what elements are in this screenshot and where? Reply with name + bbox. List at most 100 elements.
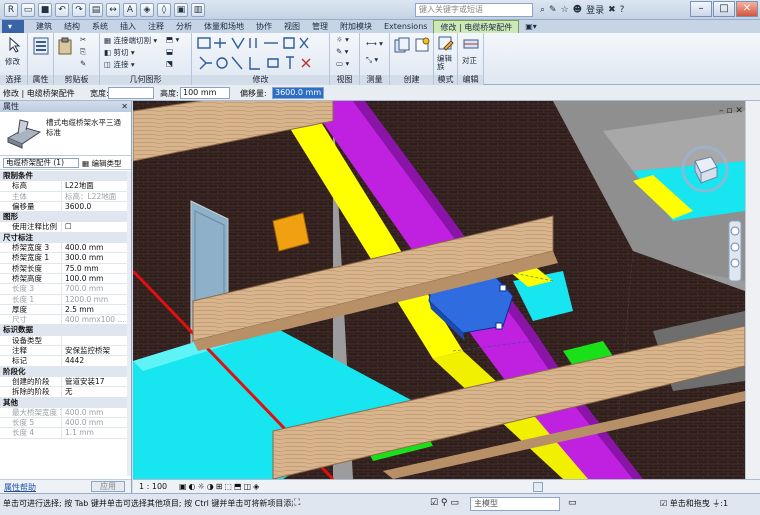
view-scale[interactable]: 1 : 100 (139, 482, 167, 491)
geometry-tool-icon[interactable]: ⬒ ▾ (166, 35, 179, 44)
close-icon[interactable]: ✕ (121, 101, 128, 112)
edit-family-label[interactable]: 编辑族 (437, 55, 457, 71)
property-value[interactable]: 300.0 mm (62, 253, 128, 262)
properties-scrollbar[interactable] (127, 171, 131, 476)
search-input[interactable]: 键入关键字或短语 (415, 3, 533, 17)
tab-insert[interactable]: 插入 (114, 20, 142, 33)
view-override-icon[interactable]: ☼ ▾ (336, 35, 349, 44)
paint-icon[interactable]: ⬓ (166, 47, 173, 56)
justify-icon[interactable] (463, 36, 479, 52)
tab-addins[interactable]: 附加模块 (334, 20, 378, 33)
property-value[interactable]: L22地面 (62, 181, 128, 190)
property-value[interactable]: 3600.0 (62, 202, 128, 211)
justify-label[interactable]: 对正 (462, 55, 477, 66)
app-menu-icon[interactable]: R (4, 3, 18, 17)
measure-tool-icon[interactable]: ⟷ ▾ (366, 39, 383, 48)
exchange-icon[interactable]: ✖ (608, 5, 616, 15)
3d-view-icon[interactable]: ◈ (140, 3, 154, 17)
star-icon[interactable]: ☆ (561, 5, 569, 15)
grip-handle[interactable] (499, 284, 507, 292)
property-value[interactable]: 400.0 mm (62, 243, 128, 252)
login-label[interactable]: 登录 (586, 3, 604, 16)
join-button[interactable]: ◫ 连接 ▾ (104, 59, 135, 70)
property-value[interactable]: 安保监控桥架 (62, 346, 128, 355)
binoculars-icon[interactable]: ⌕ (540, 5, 545, 15)
create-similar-icon[interactable] (414, 37, 430, 55)
property-group-header[interactable]: 其他 (0, 397, 128, 408)
subscription-icon[interactable]: ✎ (549, 5, 557, 15)
tab-view[interactable]: 视图 (278, 20, 306, 33)
switch-windows-icon[interactable]: ▥ (191, 3, 205, 17)
split-face-icon[interactable]: ⬔ (166, 59, 173, 68)
horizontal-scroll[interactable] (533, 482, 543, 492)
height-field[interactable]: 100 mm (180, 87, 230, 99)
tab-manage[interactable]: 管理 (306, 20, 334, 33)
edit-family-icon[interactable] (438, 36, 454, 52)
tab-systems[interactable]: 系统 (86, 20, 114, 33)
property-value[interactable] (62, 336, 128, 345)
close-hidden-icon[interactable]: ▣ (174, 3, 188, 17)
grip-handle[interactable] (495, 322, 503, 330)
type-selector[interactable]: 槽式电缆桥架水平三通 标准 (0, 112, 131, 156)
property-group-header[interactable]: 限制条件 (0, 171, 128, 182)
tab-massing-site[interactable]: 体量和场地 (198, 20, 250, 33)
3d-viewport[interactable]: – ▫ ✕ (133, 101, 745, 479)
view-controls-icons[interactable]: ▣◐☼◑⊞⬚⬒◫◈ (179, 482, 261, 491)
redo-icon[interactable]: ↷ (72, 3, 86, 17)
properties-icon[interactable] (33, 37, 49, 55)
property-value[interactable]: 2.5 mm (62, 305, 128, 314)
user-icon[interactable]: ☻ (573, 5, 582, 15)
text-icon[interactable]: A (123, 3, 137, 17)
editing-requests-icon[interactable]: ▭ (568, 498, 577, 508)
undo-icon[interactable]: ↶ (55, 3, 69, 17)
instance-selector[interactable]: 电缆桥架配件 (1) (3, 158, 79, 168)
open-icon[interactable]: ▭ (21, 3, 35, 17)
modify-cursor-icon[interactable] (8, 37, 22, 53)
measure-icon[interactable]: ↔ (106, 3, 120, 17)
paste-icon[interactable] (58, 37, 72, 55)
tab-analyze[interactable]: 分析 (170, 20, 198, 33)
print-icon[interactable]: ▤ (89, 3, 103, 17)
properties-help-link[interactable]: 属性帮助 (4, 482, 36, 493)
copy-icon[interactable]: ⎘ (80, 47, 86, 57)
edit-type-button[interactable]: ▦ 编辑类型 (82, 158, 121, 169)
maximize-button[interactable]: □ (713, 1, 735, 17)
property-value[interactable]: ☐ (62, 222, 128, 231)
application-button[interactable]: ▾ (2, 20, 24, 33)
section-icon[interactable]: ◊ (157, 3, 171, 17)
property-value[interactable]: 管道安装17 (62, 377, 128, 386)
view-window-controls[interactable]: – ▫ ✕ (719, 106, 743, 116)
property-group-header[interactable]: 图形 (0, 212, 128, 223)
property-value[interactable]: 无 (62, 387, 128, 396)
save-icon[interactable]: ■ (38, 3, 52, 17)
tab-extensions[interactable]: Extensions (378, 20, 433, 33)
click-drag-toggle[interactable]: ☑ 单击和拖曳 ⏚:1 (660, 498, 728, 509)
close-button[interactable]: ✕ (736, 1, 758, 17)
tab-structure[interactable]: 结构 (58, 20, 86, 33)
cut-icon[interactable]: ✂ (80, 35, 86, 44)
property-value[interactable]: 75.0 mm (62, 264, 128, 273)
property-value[interactable]: 4442 (62, 356, 128, 365)
offset-field[interactable]: 3600.0 mm (272, 87, 324, 99)
dimension-icon[interactable]: ⤡ ▾ (366, 55, 378, 65)
create-assembly-icon[interactable] (394, 37, 410, 55)
tab-annotate[interactable]: 注释 (142, 20, 170, 33)
apply-button[interactable]: 应用 (91, 481, 125, 492)
property-group-header[interactable]: 尺寸标注 (0, 232, 128, 244)
help-icon[interactable]: ? (620, 5, 625, 15)
workset-icons[interactable]: ☑ ⚲ ▭ (430, 498, 459, 508)
tab-architecture[interactable]: 建筑 (30, 20, 58, 33)
hide-icon[interactable]: ✎ ▾ (336, 47, 348, 56)
workset-selector[interactable]: 主模型 (470, 497, 560, 511)
modify-tools-icons[interactable] (196, 35, 326, 73)
cope-button[interactable]: ▦ 连接端切割 ▾ (104, 35, 157, 46)
cut-geometry-button[interactable]: ◧ 剪切 ▾ (104, 47, 135, 58)
display-icon[interactable]: ▭ ▾ (336, 59, 349, 68)
property-group-header[interactable]: 标识数据 (0, 325, 128, 336)
modify-label[interactable]: 修改 (5, 56, 20, 67)
viewport-scrollbar[interactable] (745, 101, 760, 479)
property-value[interactable]: 100.0 mm (62, 274, 128, 283)
tab-modify-cable-tray-fitting[interactable]: 修改 | 电缆桥架配件 (433, 20, 520, 33)
tab-collaborate[interactable]: 协作 (250, 20, 278, 33)
navigation-bar[interactable] (728, 220, 742, 282)
